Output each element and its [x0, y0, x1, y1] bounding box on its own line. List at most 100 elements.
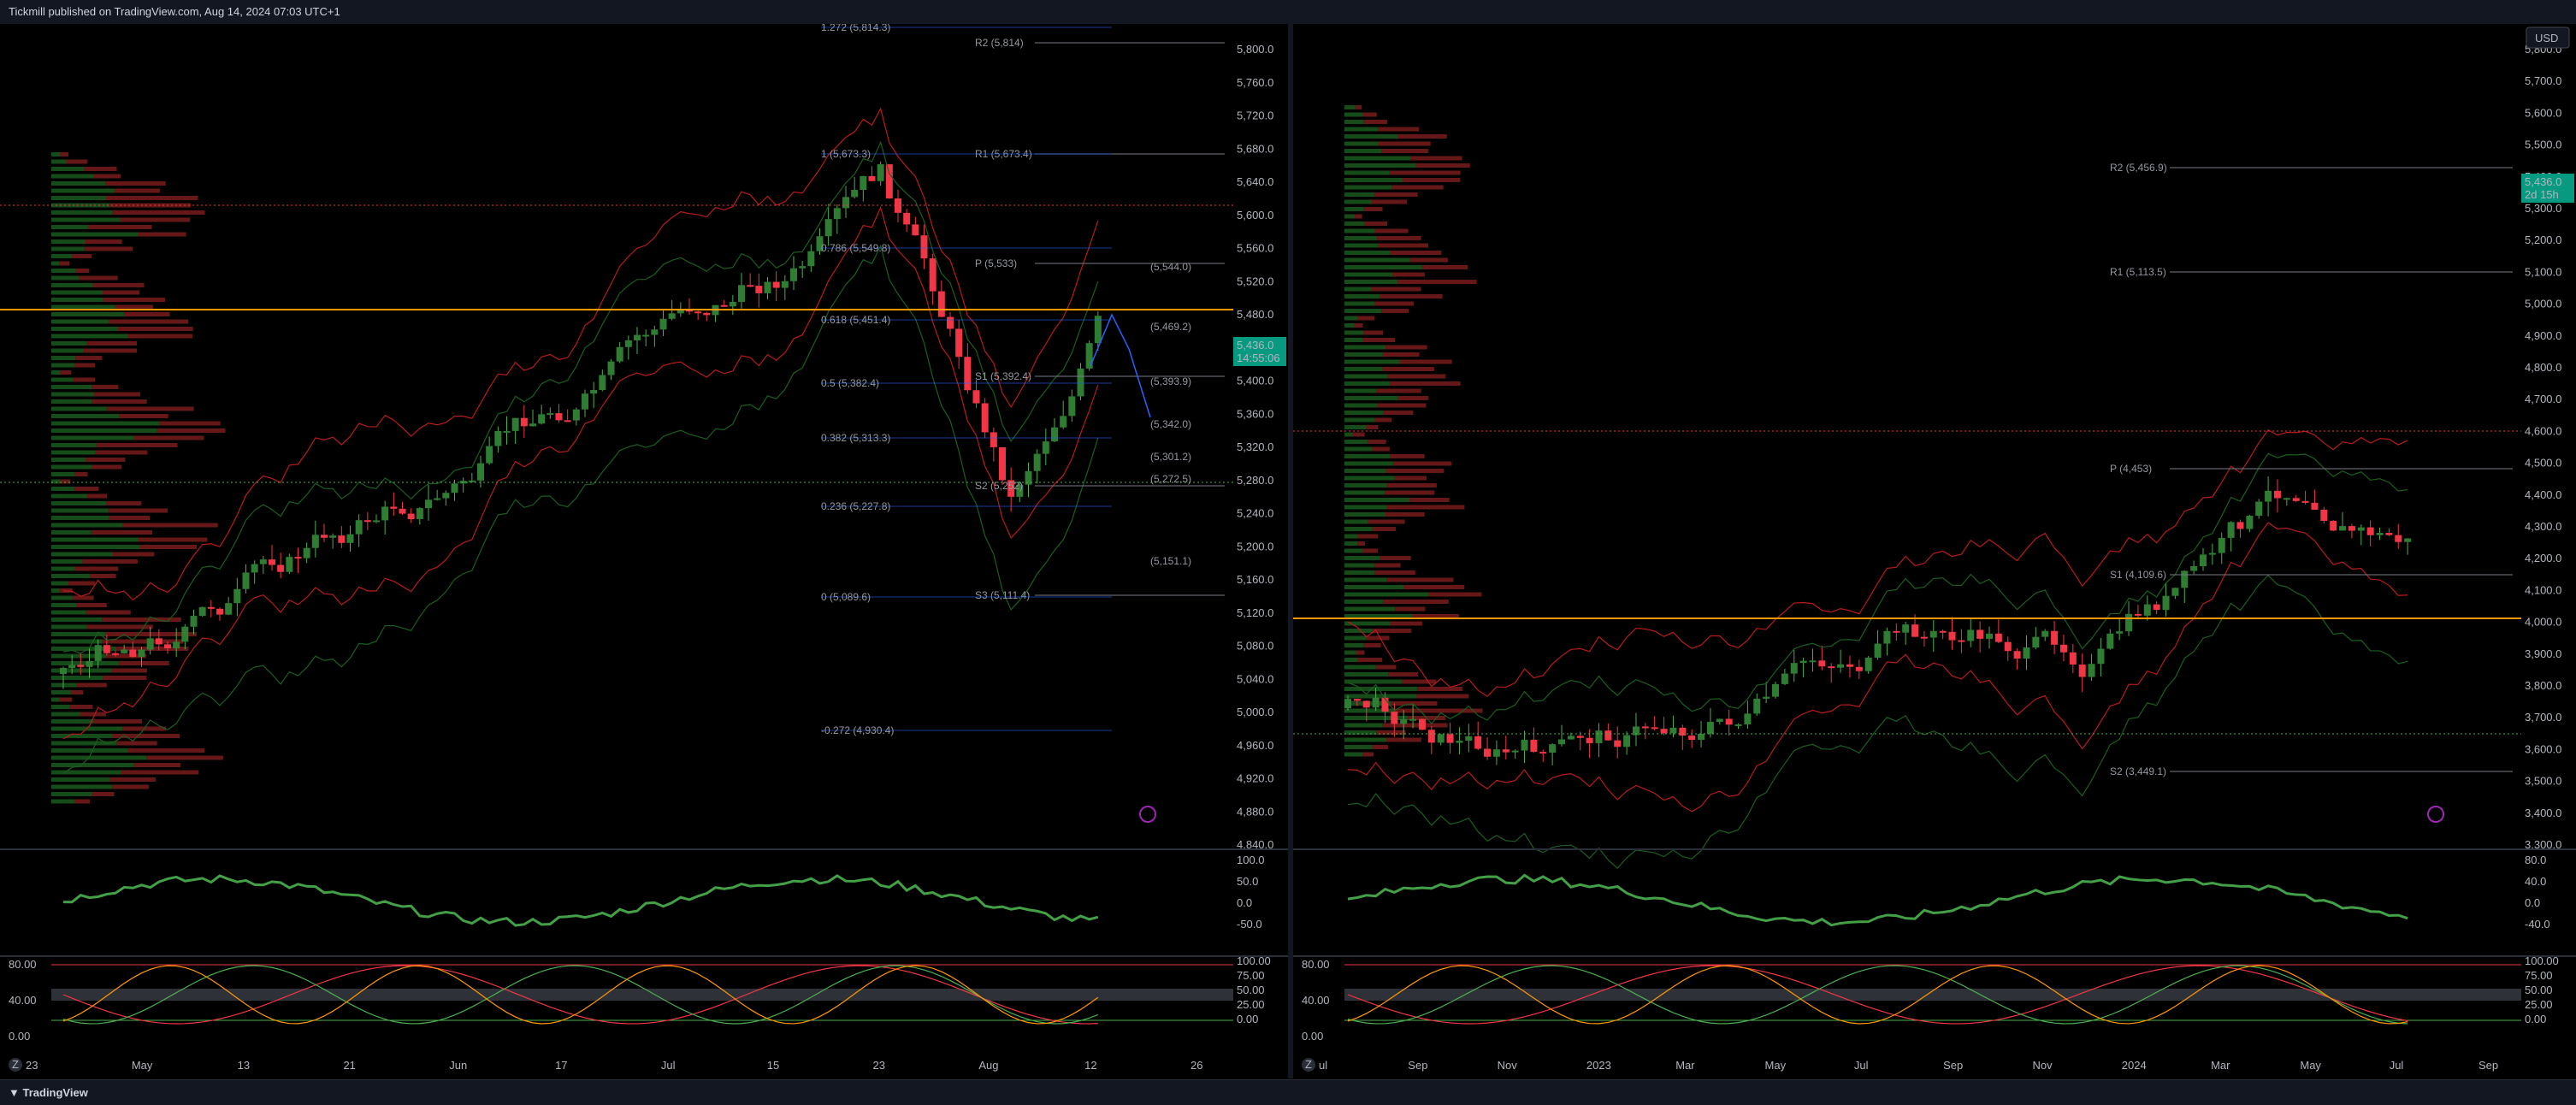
time-axis-label: Mar — [1675, 1059, 1695, 1072]
price-axis-label: 5,040.0 — [1237, 672, 1273, 685]
chart-panel-right[interactable]: 5,800.05,700.05,600.05,500.05,400.05,300… — [1293, 24, 2576, 1078]
volume-profile-bar-up — [1344, 207, 1364, 211]
candle-body — [599, 375, 606, 391]
volume-profile-bar-down — [1403, 585, 1465, 589]
time-axis-label: Jul — [1854, 1059, 1869, 1072]
volume-profile-bar-up — [51, 385, 92, 389]
last-price-value: 5,436.0 — [1237, 339, 1273, 352]
volume-profile-bar-up — [51, 603, 77, 607]
candle-body — [624, 340, 632, 347]
price-axis-label: 5,360.0 — [1237, 407, 1273, 420]
volume-profile-bar-up — [51, 501, 107, 505]
candle-body — [634, 334, 641, 340]
volume-profile-bar-up — [51, 196, 106, 200]
volume-profile-bar-up — [51, 188, 115, 193]
volume-profile-bar-down — [1385, 490, 1435, 495]
volume-profile-bar-down — [139, 537, 208, 542]
volume-profile-bar-down — [1378, 141, 1431, 146]
candle-body — [1586, 737, 1593, 744]
candle-body — [1651, 727, 1658, 730]
volume-profile-bar-up — [51, 784, 113, 789]
candle-body — [112, 653, 119, 655]
candle-body — [2190, 566, 2198, 571]
volume-profile-bar-up — [51, 545, 140, 549]
candle-body — [990, 432, 997, 447]
volume-profile-bar-up — [51, 363, 75, 368]
time-axis-label: 12 — [1084, 1059, 1096, 1072]
volume-profile-bar-down — [1410, 156, 1462, 161]
volume-profile-bar-down — [76, 682, 107, 688]
candle-body — [77, 665, 85, 667]
candle-body — [190, 616, 198, 627]
candle-body — [442, 493, 450, 499]
volume-profile-bar-down — [1357, 534, 1379, 539]
volume-profile-bar-up — [51, 690, 71, 694]
fib-level-label: -0.272 (4,930.4) — [821, 724, 894, 736]
time-axis-label: 2024 — [2122, 1059, 2147, 1072]
volume-profile-bar-up — [1344, 127, 1379, 132]
currency-label[interactable]: USD — [2535, 32, 2558, 44]
price-axis-label: 4,700.0 — [2525, 393, 2561, 405]
volume-profile-bar-down — [1397, 280, 1477, 284]
candle-body — [294, 557, 302, 559]
time-axis-label: 17 — [555, 1059, 567, 1072]
time-axis-label: 15 — [767, 1059, 779, 1072]
volume-profile-bar-up — [51, 458, 86, 462]
volume-profile-bar-up — [1344, 469, 1386, 473]
volume-profile-bar-up — [51, 523, 123, 528]
chart-panel-left[interactable]: 5,800.0 5,760.0 5,720.0 5,680.0 5,640.0 5,600… — [0, 24, 1288, 1078]
candle-body — [538, 414, 546, 424]
volume-profile-bar-down — [80, 712, 107, 717]
volume-profile-bar-up — [51, 269, 76, 273]
candle-body — [2227, 522, 2235, 538]
zoom-label[interactable]: Z — [1305, 1058, 1312, 1071]
volume-profile-bar-up — [1344, 374, 1388, 379]
volume-profile-bar-down — [1393, 708, 1483, 713]
volume-profile-bar-down — [1389, 170, 1461, 175]
brand-label: TradingView — [22, 1086, 88, 1099]
zoom-label[interactable]: Z — [12, 1058, 19, 1071]
volume-profile-bar-up — [51, 763, 134, 767]
candle-body — [860, 175, 867, 191]
volume-profile-bar-up — [51, 406, 107, 411]
volume-profile-bar-up — [1344, 606, 1396, 612]
volume-profile-bar-up — [1344, 388, 1377, 393]
volume-profile-bar-up — [51, 159, 67, 164]
volume-profile-bar-down — [1390, 454, 1425, 458]
footer-bar: ▼ TradingView — [0, 1079, 2576, 1105]
candle-body — [286, 557, 293, 572]
candle-body — [668, 313, 676, 319]
candle-body — [2404, 538, 2412, 542]
volume-profile-bar-up — [1344, 643, 1364, 647]
candle-body — [2097, 648, 2105, 665]
volume-profile-bar-down — [1428, 592, 1482, 597]
volume-profile-bar-down — [121, 770, 199, 775]
volume-profile-bar-down — [1371, 199, 1407, 204]
volume-profile-bar-down — [1354, 323, 1363, 328]
price-axis-label: 5,240.0 — [1237, 507, 1273, 520]
time-axis-label: ul — [1319, 1059, 1327, 1072]
price-level-label: (5,469.2) — [1150, 321, 1191, 333]
volume-profile-bar-down — [60, 479, 71, 484]
volume-profile-bar-up — [1344, 505, 1387, 510]
volume-profile-bar-up — [51, 777, 110, 782]
volume-profile-bar-down — [86, 341, 137, 346]
candle-body — [2051, 630, 2059, 645]
volume-profile-bar-down — [1363, 120, 1388, 124]
price-level-label: (5,301.2) — [1150, 451, 1191, 463]
volume-profile-bar-up — [1344, 112, 1363, 117]
candle-body — [868, 175, 876, 181]
candle-body — [2041, 630, 2049, 637]
candle-body — [1614, 740, 1622, 748]
chart-left[interactable]: 5,800.0 5,760.0 5,720.0 5,680.0 5,640.0 5,600… — [0, 24, 1288, 1078]
candle-body — [1511, 750, 1519, 753]
volume-profile-bar-up — [1344, 222, 1365, 226]
chart-right[interactable]: 5,800.05,700.05,600.05,500.05,400.05,300… — [1293, 24, 2576, 1078]
candle-body — [1781, 673, 1788, 684]
volume-profile-bar-down — [59, 261, 70, 266]
volume-profile-bar-down — [1372, 446, 1390, 452]
volume-profile-bar-up — [51, 319, 109, 324]
volume-profile-bar-down — [1366, 635, 1390, 641]
candle-body — [1679, 727, 1687, 736]
time-axis-label: Nov — [1498, 1059, 1518, 1072]
